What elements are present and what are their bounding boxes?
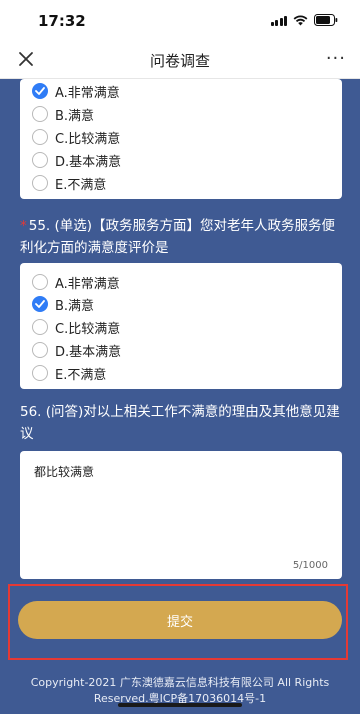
required-mark: *: [20, 218, 27, 234]
option-label: D.基本满意: [55, 154, 122, 170]
answer-text: 都比较满意: [34, 465, 95, 479]
status-bar: 17:32: [0, 0, 360, 40]
q55-option-b[interactable]: B.满意: [32, 294, 94, 314]
status-icons: [270, 14, 339, 26]
option-label: B.满意: [55, 108, 95, 124]
q55-options-card: A.非常满意 B.满意 C.比较满意 D.基本满意 E.不满意: [20, 263, 342, 389]
status-time: 17:32: [38, 12, 86, 30]
radio-checked-icon: [32, 83, 48, 99]
q55-question: * 55. (单选)【政务服务方面】您对老年人政务服务便利化方面的满意度评价是: [20, 215, 342, 259]
radio-icon: [32, 129, 48, 145]
battery-icon: [314, 14, 338, 26]
q54-option-a[interactable]: A.非常满意: [32, 81, 120, 101]
more-icon[interactable]: ···: [326, 48, 346, 69]
nav-bar: 问卷调查 ···: [0, 40, 360, 79]
char-counter: 5/1000: [292, 560, 328, 571]
radio-icon: [32, 274, 48, 290]
option-label: B.满意: [55, 298, 95, 314]
q55-option-e[interactable]: E.不满意: [32, 363, 106, 383]
submit-button[interactable]: 提交: [18, 601, 342, 639]
option-label: A.非常满意: [55, 276, 120, 292]
option-label: A.非常满意: [55, 85, 120, 101]
q55-option-c[interactable]: C.比较满意: [32, 317, 120, 337]
radio-icon: [32, 365, 48, 381]
footer-line-1: Copyright-2021 广东澳德嘉云信息科技有限公司 All Rights: [30, 676, 330, 689]
q56-answer-textarea[interactable]: 都比较满意 5/1000: [20, 451, 342, 579]
q55-option-a[interactable]: A.非常满意: [32, 272, 120, 292]
radio-icon: [32, 106, 48, 122]
q55-text: 55. (单选)【政务服务方面】您对老年人政务服务便利化方面的满意度评价是: [20, 218, 336, 256]
q54-options-card: A.非常满意 B.满意 C.比较满意 D.基本满意 E.不满意: [20, 79, 342, 199]
q54-option-e[interactable]: E.不满意: [32, 173, 106, 193]
wifi-icon: [293, 14, 308, 26]
signal-icon: [270, 15, 287, 26]
option-label: C.比较满意: [55, 131, 121, 147]
q55-option-d[interactable]: D.基本满意: [32, 340, 121, 360]
page-title: 问卷调查: [149, 52, 210, 70]
home-indicator: [118, 703, 242, 707]
option-label: C.比较满意: [55, 321, 121, 337]
radio-icon: [32, 175, 48, 191]
radio-icon: [32, 152, 48, 168]
radio-icon: [32, 342, 48, 358]
q54-option-d[interactable]: D.基本满意: [32, 150, 121, 170]
radio-icon: [32, 319, 48, 335]
survey-content: A.非常满意 B.满意 C.比较满意 D.基本满意 E.不满意 * 55. (单选…: [0, 79, 360, 714]
radio-checked-icon: [32, 296, 48, 312]
option-label: E.不满意: [55, 367, 107, 383]
q56-question: 56. (问答)对以上相关工作不满意的理由及其他意见建议: [20, 404, 340, 442]
option-label: E.不满意: [55, 177, 107, 193]
q54-option-c[interactable]: C.比较满意: [32, 127, 120, 147]
option-label: D.基本满意: [55, 344, 122, 360]
q54-option-b[interactable]: B.满意: [32, 104, 94, 124]
